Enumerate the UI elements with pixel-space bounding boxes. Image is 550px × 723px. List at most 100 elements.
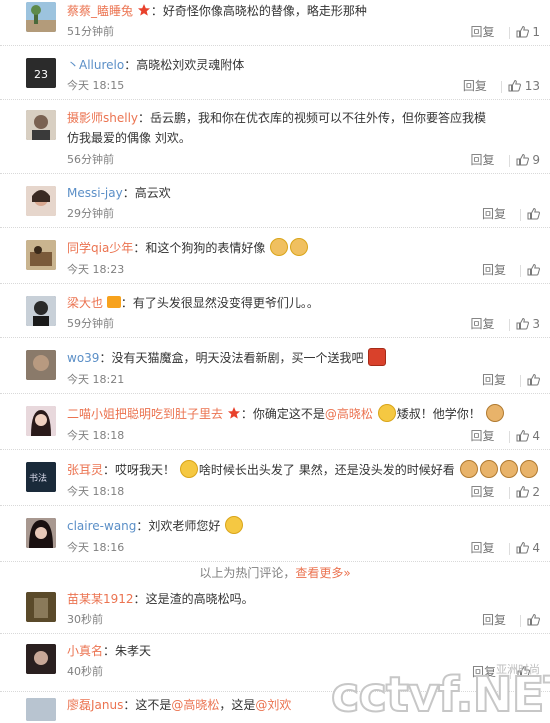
comment-time: 今天 18:15 [67, 79, 125, 92]
watermark-subtitle: 亚洲时尚 [496, 663, 540, 676]
comment-text-continued: ，这是 [219, 698, 256, 712]
thumbs-up-icon [527, 207, 540, 220]
cat-face-emoji-icon [270, 238, 289, 256]
view-more-link[interactable]: 查看更多» [295, 566, 350, 580]
avatar[interactable] [26, 110, 56, 140]
comment-username[interactable]: 摄影师shelly [67, 111, 138, 125]
thumbs-up-icon [516, 485, 529, 498]
like-count: 3 [532, 317, 540, 331]
divider [508, 154, 510, 167]
avatar[interactable] [26, 592, 56, 622]
like-count: 4 [532, 541, 540, 555]
comment-item: 同学qia少年：和这个狗狗的表情好像 今天 18:23 回复 [0, 228, 550, 284]
comment-text-continued: 矮叔！他学你！ [396, 407, 481, 421]
like-button[interactable] [527, 262, 540, 278]
reply-button[interactable]: 回复 [471, 484, 495, 500]
comment-username[interactable]: 苗某某1912 [67, 592, 134, 606]
like-button[interactable]: 4 [516, 428, 540, 444]
comment-username[interactable]: claire-wang [67, 519, 136, 533]
comment-item: 梁大也 ：有了头发很显然没变得更爷们儿。。 59分钟前 回复 3 [0, 284, 550, 338]
reply-button[interactable]: 回复 [463, 78, 487, 94]
comment-username[interactable]: 廖磊Janus [67, 698, 123, 712]
avatar[interactable] [26, 644, 56, 674]
divider [508, 26, 510, 39]
comment-username[interactable]: wo39 [67, 351, 99, 365]
comment-text: 朱孝天 [115, 644, 152, 658]
avatar[interactable] [26, 240, 56, 270]
like-button[interactable] [527, 372, 540, 388]
thumbs-up-icon [516, 429, 529, 442]
like-button[interactable]: 2 [516, 484, 540, 500]
gift-emoji-icon [368, 348, 387, 366]
comment-username[interactable]: 丶Allurelo [67, 58, 124, 72]
like-button[interactable]: 1 [516, 24, 540, 40]
laughing-face-emoji-icon [225, 516, 244, 534]
thumbs-up-icon [527, 613, 540, 626]
thumbs-up-icon [516, 153, 529, 166]
mention-link[interactable]: @高晓松 [171, 698, 219, 712]
cat-face-emoji-icon [290, 238, 309, 256]
like-button[interactable]: 4 [516, 540, 540, 556]
thumbs-up-icon [516, 25, 529, 38]
mention-link[interactable]: @高晓松 [325, 407, 373, 421]
avatar[interactable] [26, 518, 56, 548]
comment-time: 56分钟前 [67, 153, 114, 166]
comment-time: 51分钟前 [67, 25, 114, 38]
reply-button[interactable]: 回复 [482, 262, 506, 278]
comment-time: 30秒前 [67, 613, 103, 626]
comment-time: 今天 18:16 [67, 541, 125, 554]
like-button[interactable] [527, 206, 540, 222]
like-button[interactable] [527, 612, 540, 628]
comment-username[interactable]: 张耳灵 [67, 463, 103, 477]
avatar[interactable] [26, 350, 56, 380]
reply-button[interactable]: 回复 [482, 206, 506, 222]
dog-face-emoji-icon [459, 460, 478, 478]
reply-button[interactable]: 回复 [471, 316, 495, 332]
divider [508, 430, 510, 443]
comment-item: 摄影师shelly：岳云鹏，我和你在优衣库的视频可以不往外传，但你要答应我模仿我… [0, 100, 550, 174]
mention-link[interactable]: @刘欢 [255, 698, 291, 712]
comment-username[interactable]: 蔡蔡_瞌睡兔 [67, 4, 133, 18]
vip-badge-icon [106, 296, 121, 308]
like-count: 4 [532, 429, 540, 443]
like-button[interactable]: 13 [508, 78, 540, 94]
divider [500, 80, 502, 93]
avatar[interactable] [26, 296, 56, 326]
avatar[interactable]: 书法 [26, 462, 56, 492]
reply-button[interactable]: 回复 [471, 24, 495, 40]
like-button[interactable]: 3 [516, 316, 540, 332]
reply-button[interactable]: 回复 [471, 540, 495, 556]
thumbs-up-icon [508, 79, 521, 92]
comment-username[interactable]: Messi-jay [67, 186, 123, 200]
avatar[interactable] [26, 698, 56, 721]
thumbs-up-icon [516, 317, 529, 330]
hot-comments-divider: 以上为热门评论，查看更多» [0, 565, 550, 581]
dog-face-emoji-icon [519, 460, 538, 478]
like-count: 13 [524, 79, 540, 93]
comment-item: 蔡蔡_瞌睡兔 ：好奇怪你像高晓松的替像，略走形那种 51分钟前 回复 1 [0, 0, 550, 46]
comment-time: 29分钟前 [67, 207, 114, 220]
like-count: 9 [532, 153, 540, 167]
reply-button[interactable]: 回复 [482, 612, 506, 628]
comment-text: 这是渣的高晓松吗。 [145, 592, 254, 606]
like-button[interactable]: 9 [516, 152, 540, 168]
comment-item: Messi-jay：高云欢 29分钟前 回复 [0, 174, 550, 228]
comment-username[interactable]: 二喵小姐把聪明吃到肚子里去 [67, 407, 223, 421]
avatar[interactable] [26, 2, 56, 32]
comment-username[interactable]: 同学qia少年 [67, 241, 133, 255]
comment-time: 59分钟前 [67, 317, 114, 330]
site-watermark: cctvf.NET 亚洲时尚 [330, 663, 550, 723]
comment-item: claire-wang：刘欢老师您好 今天 18:16 回复 4 [0, 506, 550, 562]
reply-button[interactable]: 回复 [482, 372, 506, 388]
comment-username[interactable]: 小真名 [67, 644, 103, 658]
reply-button[interactable]: 回复 [471, 428, 495, 444]
reply-button[interactable]: 回复 [471, 152, 495, 168]
star-badge-icon [137, 4, 150, 16]
comment-text: 有了头发很显然没变得更爷们儿。。 [132, 296, 319, 310]
surprised-face-emoji-icon [179, 460, 198, 478]
avatar[interactable] [26, 406, 56, 436]
hot-comments-label: 以上为热门评论， [199, 566, 296, 580]
avatar[interactable]: 23 [26, 58, 56, 88]
avatar[interactable] [26, 186, 56, 216]
comment-username[interactable]: 梁大也 [67, 296, 103, 310]
